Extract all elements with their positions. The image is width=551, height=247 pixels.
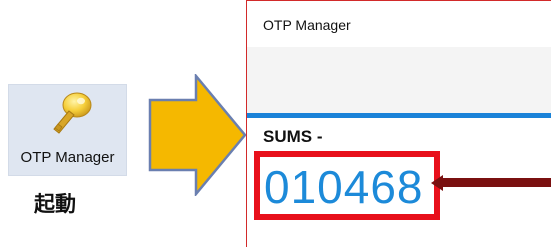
otp-code-highlight[interactable]: 010468 (254, 151, 440, 220)
otp-code[interactable]: 010468 (264, 159, 424, 215)
launch-caption: 起動 (34, 192, 76, 216)
header-area (247, 47, 551, 113)
pointer-arrow-head (431, 175, 443, 191)
otp-manager-window: OTP Manager SUMS - 010468 (246, 0, 551, 247)
window-title: OTP Manager (263, 17, 351, 33)
pointer-arrow-shaft (440, 178, 551, 187)
title-bar[interactable]: OTP Manager (247, 1, 551, 47)
key-icon (53, 92, 92, 134)
shortcut-label: OTP Manager (20, 149, 115, 166)
right-arrow-icon (148, 74, 247, 196)
otp-list: SUMS - 010468 (247, 118, 551, 247)
account-name: SUMS - (263, 127, 323, 146)
desktop-shortcut-otp-manager[interactable]: OTP Manager (8, 84, 127, 176)
